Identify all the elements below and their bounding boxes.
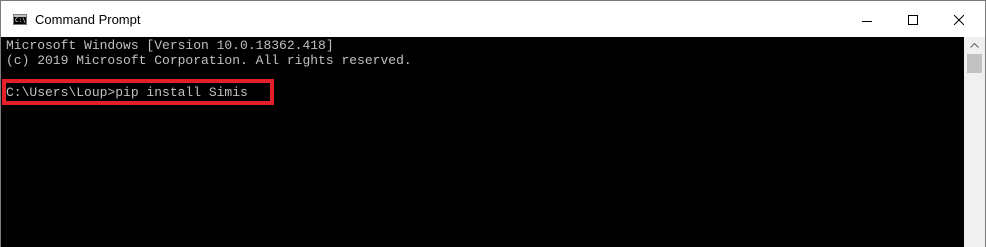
close-button[interactable] bbox=[936, 1, 982, 38]
maximize-button[interactable] bbox=[890, 1, 936, 38]
title-bar[interactable]: C:\ Command Prompt bbox=[1, 0, 985, 37]
scroll-thumb[interactable] bbox=[967, 54, 982, 73]
scroll-up-button[interactable] bbox=[964, 37, 985, 54]
close-icon bbox=[954, 15, 964, 25]
console-line-copyright: (c) 2019 Microsoft Corporation. All righ… bbox=[6, 53, 412, 68]
minimize-icon bbox=[862, 21, 872, 22]
icon-prompt-glyph: C:\ bbox=[15, 17, 26, 24]
maximize-icon bbox=[908, 15, 918, 25]
cmd-app-icon[interactable]: C:\ bbox=[13, 14, 27, 25]
console-line-version: Microsoft Windows [Version 10.0.18362.41… bbox=[6, 38, 334, 53]
chevron-up-icon bbox=[970, 43, 979, 48]
console-area[interactable]: Microsoft Windows [Version 10.0.18362.41… bbox=[1, 37, 964, 247]
window-title: Command Prompt bbox=[35, 12, 141, 27]
command-highlight-box bbox=[2, 79, 274, 105]
minimize-button[interactable] bbox=[844, 1, 890, 38]
command-prompt-window: C:\ Command Prompt Microsoft Windows [Ve… bbox=[0, 0, 986, 247]
vertical-scrollbar[interactable] bbox=[964, 37, 985, 247]
